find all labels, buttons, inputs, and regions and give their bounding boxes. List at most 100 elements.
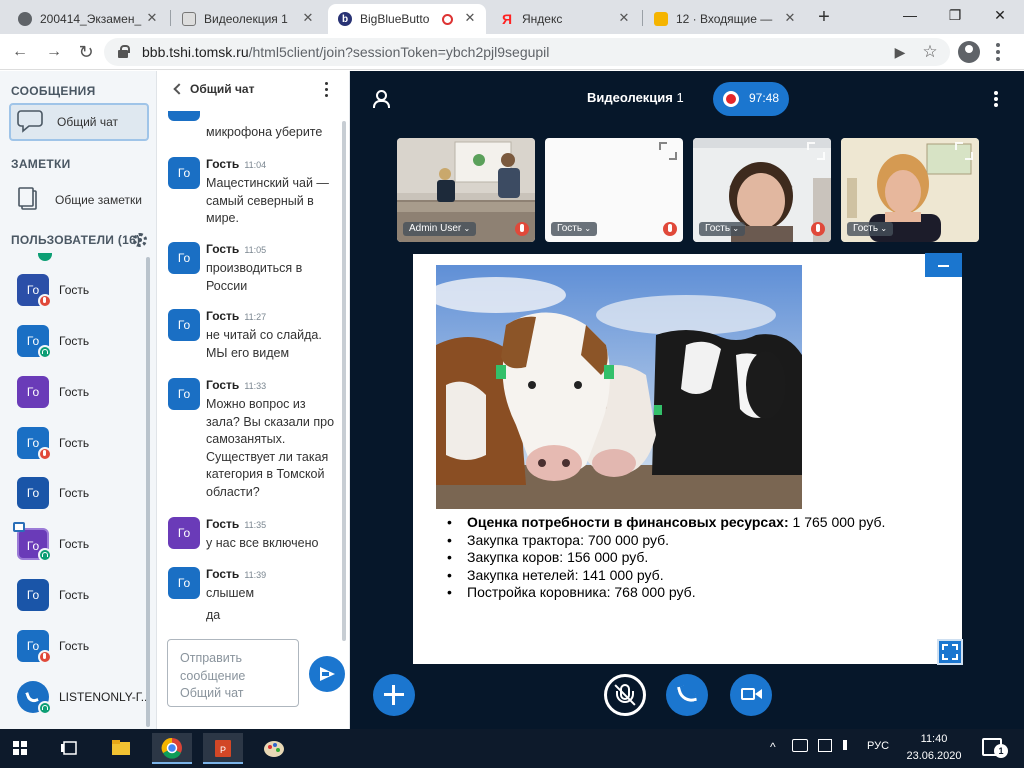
close-tab-icon[interactable]: ✕ <box>782 10 798 26</box>
webcam-tile[interactable]: Гость <box>841 138 979 242</box>
back-button[interactable]: ← <box>8 40 32 64</box>
powerpoint-icon[interactable]: P <box>203 733 243 764</box>
browser-tab-yandex[interactable]: Я Яндекс ✕ <box>490 4 640 34</box>
bookmark-star-icon[interactable]: ☆ <box>920 42 940 62</box>
chat-sender-name: Гость <box>206 567 240 581</box>
tab-title: BigBlueButto <box>360 12 430 26</box>
tray-overflow-icon[interactable]: ^ <box>770 740 776 754</box>
notes-section-title: ЗАМЕТКИ <box>11 157 71 171</box>
chat-options-icon[interactable] <box>325 82 329 98</box>
monitor-icon[interactable] <box>818 739 832 752</box>
browser-tab-exam[interactable]: 200414_Экзамен_ ✕ <box>8 4 168 34</box>
browser-tab-mail[interactable]: 12 · Входящие — ✕ <box>644 4 806 34</box>
shared-notes-item[interactable]: Общие заметки <box>9 181 149 219</box>
network-icon[interactable] <box>792 739 808 752</box>
headphones-icon <box>38 548 52 562</box>
minimize-presentation-button[interactable] <box>925 253 962 277</box>
actions-plus-button[interactable] <box>373 674 415 716</box>
record-icon <box>723 91 739 107</box>
user-list-item[interactable]: Го Гость <box>0 316 150 366</box>
new-tab-button[interactable]: + <box>812 6 836 30</box>
webcam-tile[interactable]: Гость <box>693 138 831 242</box>
options-menu-icon[interactable] <box>994 91 998 107</box>
task-view-icon[interactable] <box>50 733 90 764</box>
chrome-icon[interactable] <box>152 733 192 764</box>
input-language-indicator[interactable]: РУС <box>867 740 889 752</box>
expand-icon[interactable] <box>955 142 973 160</box>
meeting-title-number: 1 <box>676 90 684 105</box>
recording-time: 97:48 <box>749 91 780 105</box>
chat-message-text: слышем <box>206 586 255 600</box>
chat-avatar: Го <box>168 567 200 599</box>
webcam-tile[interactable]: Гость <box>545 138 683 242</box>
lock-icon <box>118 45 130 58</box>
user-list-item[interactable]: Го Гость <box>0 519 150 569</box>
webcam-user-label[interactable]: Гость <box>847 222 894 236</box>
user-list-item[interactable]: Го Гость <box>0 621 150 671</box>
user-list-item[interactable]: Го Гость <box>0 468 150 518</box>
browser-tab-bigbluebutton[interactable]: b BigBlueButto ✕ <box>328 4 486 34</box>
chat-message-input[interactable]: Отправить сообщение Общий чат <box>167 639 299 707</box>
expand-icon[interactable] <box>659 142 677 160</box>
profile-avatar-icon[interactable] <box>958 41 980 63</box>
chat-title: Общий чат <box>190 82 255 96</box>
send-message-button[interactable] <box>309 656 345 692</box>
taskbar-clock[interactable]: 11:40 23.06.2020 <box>902 731 966 765</box>
gear-icon[interactable] <box>133 233 147 247</box>
reload-button[interactable]: ↻ <box>74 40 98 64</box>
user-list-item[interactable]: Го Гость <box>0 570 150 620</box>
user-list-scrollbar[interactable] <box>146 257 150 727</box>
chat-timestamp: 11:33 <box>244 381 267 391</box>
webcam-tile[interactable]: Admin User <box>397 138 535 242</box>
close-tab-icon[interactable]: ✕ <box>144 10 160 26</box>
chevron-left-icon[interactable] <box>173 83 185 95</box>
chat-message-text: у нас все включено <box>206 536 319 550</box>
address-bar[interactable]: bbb.tshi.tomsk.ru/html5client/join?sessi… <box>104 38 950 66</box>
notification-count: 1 <box>994 744 1008 758</box>
minimize-window-button[interactable]: — <box>895 4 925 26</box>
chat-message-text: производиться в России <box>206 261 303 293</box>
expand-icon[interactable] <box>807 142 825 160</box>
tab-title: 12 · Входящие — <box>676 12 773 26</box>
file-explorer-icon[interactable] <box>101 733 141 764</box>
webcam-user-label[interactable]: Гость <box>551 222 598 236</box>
close-window-button[interactable]: ✕ <box>985 4 1015 26</box>
fullscreen-presentation-button[interactable] <box>937 639 963 665</box>
user-list-item[interactable]: Го Гость <box>0 367 150 417</box>
chat-avatar: Го <box>168 517 200 549</box>
webcam-user-label[interactable]: Гость <box>699 222 746 236</box>
chat-scrollbar[interactable] <box>342 121 346 641</box>
user-list-toggle-icon[interactable] <box>372 90 390 108</box>
user-list-item[interactable]: LISTENONLY-Г... <box>0 672 151 722</box>
tab-title: 200414_Экзамен_ <box>40 12 142 26</box>
user-list-item[interactable]: Го Гость <box>0 418 150 468</box>
recording-indicator[interactable]: 97:48 <box>713 82 789 116</box>
close-tab-icon[interactable]: ✕ <box>462 10 478 26</box>
slide-image-cows <box>436 265 802 509</box>
browser-menu-icon[interactable] <box>994 43 1002 61</box>
paint-icon[interactable] <box>254 733 294 764</box>
user-name: Гость <box>59 639 90 653</box>
close-tab-icon[interactable]: ✕ <box>616 10 632 26</box>
camera-permission-icon[interactable]: ▶ <box>890 42 910 62</box>
headphones-icon <box>38 701 52 715</box>
slide-bullet-text: Закупка нетелей: 141 000 руб. <box>467 566 664 583</box>
yandex-icon: Я <box>501 11 513 27</box>
chat-timestamp: 11:27 <box>244 312 267 322</box>
browser-tab-videolecture[interactable]: Видеолекция 1 ✕ <box>172 4 324 34</box>
mute-mic-button[interactable] <box>604 674 646 716</box>
meeting-title-text: Видеолекция <box>587 90 673 105</box>
chat-message-text: да <box>206 608 221 622</box>
users-section-title: ПОЛЬЗОВАТЕЛИ (16) <box>11 233 141 247</box>
volume-icon[interactable] <box>843 740 853 750</box>
share-webcam-button[interactable] <box>730 674 772 716</box>
leave-audio-button[interactable] <box>666 674 708 716</box>
user-list-item[interactable]: Го Гость <box>0 265 150 315</box>
user-name: Гость <box>59 486 90 500</box>
public-chat-item[interactable]: Общий чат <box>9 103 149 141</box>
windows-start-icon[interactable] <box>0 733 40 764</box>
webcam-user-label[interactable]: Admin User <box>403 222 477 236</box>
restore-window-button[interactable]: ❐ <box>940 4 970 26</box>
close-tab-icon[interactable]: ✕ <box>300 10 316 26</box>
forward-button[interactable]: → <box>42 40 66 64</box>
